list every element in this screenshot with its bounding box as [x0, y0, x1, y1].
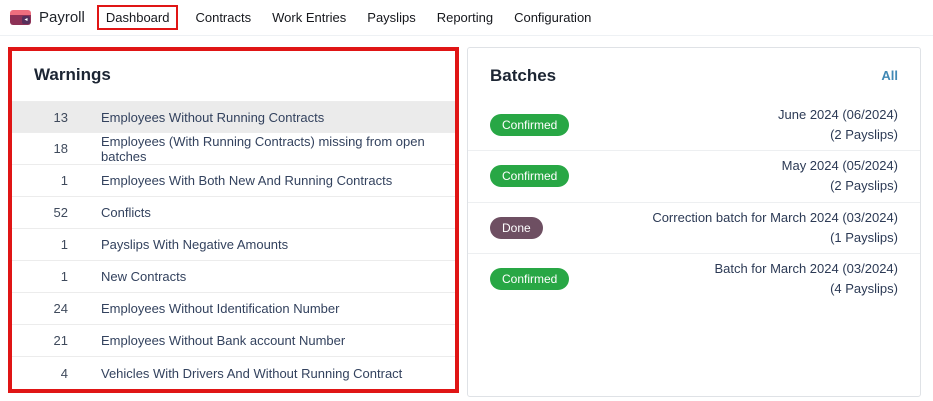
warnings-panel: Warnings 13 Employees Without Running Co… — [8, 47, 459, 393]
top-navbar: ◂ Payroll Dashboard Contracts Work Entri… — [0, 0, 933, 36]
warning-row[interactable]: 21 Employees Without Bank account Number — [12, 325, 455, 357]
warning-label: Employees Without Bank account Number — [101, 333, 345, 348]
batch-info: Correction batch for March 2024 (03/2024… — [652, 208, 898, 248]
batch-payslip-count: (1 Payslips) — [830, 230, 898, 245]
app-name: Payroll — [39, 9, 85, 26]
warning-label: Employees Without Running Contracts — [101, 110, 324, 125]
warning-label: New Contracts — [101, 269, 186, 284]
warnings-list: 13 Employees Without Running Contracts 1… — [12, 101, 455, 389]
warning-row[interactable]: 4 Vehicles With Drivers And Without Runn… — [12, 357, 455, 389]
nav-item-reporting[interactable]: Reporting — [428, 5, 502, 30]
batch-name: Correction batch for March 2024 (03/2024… — [652, 210, 898, 225]
batch-payslip-count: (2 Payslips) — [830, 178, 898, 193]
batch-name: Batch for March 2024 (03/2024) — [714, 261, 898, 276]
warning-row[interactable]: 24 Employees Without Identification Numb… — [12, 293, 455, 325]
batch-name: May 2024 (05/2024) — [782, 158, 898, 173]
status-badge: Confirmed — [490, 268, 569, 290]
app-icon-arrow-badge: ◂ — [22, 16, 30, 24]
warning-label: Employees (With Running Contracts) missi… — [101, 134, 455, 164]
batch-info: June 2024 (06/2024) (2 Payslips) — [778, 105, 898, 145]
nav-item-payslips[interactable]: Payslips — [358, 5, 424, 30]
warning-row[interactable]: 1 Employees With Both New And Running Co… — [12, 165, 455, 197]
batch-row[interactable]: Done Correction batch for March 2024 (03… — [468, 202, 920, 253]
warning-row[interactable]: 1 Payslips With Negative Amounts — [12, 229, 455, 261]
dashboard-content: Warnings 13 Employees Without Running Co… — [0, 36, 933, 397]
status-badge: Confirmed — [490, 165, 569, 187]
batches-all-link[interactable]: All — [881, 68, 898, 83]
nav-item-configuration[interactable]: Configuration — [505, 5, 600, 30]
warning-row[interactable]: 1 New Contracts — [12, 261, 455, 293]
batches-list: Confirmed June 2024 (06/2024) (2 Payslip… — [468, 100, 920, 304]
batch-row[interactable]: Confirmed Batch for March 2024 (03/2024)… — [468, 253, 920, 304]
status-badge: Confirmed — [490, 114, 569, 136]
batches-header: Batches All — [468, 48, 920, 100]
batch-info: May 2024 (05/2024) (2 Payslips) — [782, 156, 898, 196]
warning-row[interactable]: 13 Employees Without Running Contracts — [12, 101, 455, 133]
warning-count: 18 — [12, 141, 68, 156]
warning-label: Employees With Both New And Running Cont… — [101, 173, 392, 188]
batch-payslip-count: (2 Payslips) — [830, 127, 898, 142]
batch-row[interactable]: Confirmed June 2024 (06/2024) (2 Payslip… — [468, 100, 920, 150]
batch-name: June 2024 (06/2024) — [778, 107, 898, 122]
warning-label: Vehicles With Drivers And Without Runnin… — [101, 366, 402, 381]
status-badge: Done — [490, 217, 543, 239]
warnings-title: Warnings — [12, 51, 455, 101]
nav-item-contracts[interactable]: Contracts — [186, 5, 260, 30]
batch-row[interactable]: Confirmed May 2024 (05/2024) (2 Payslips… — [468, 150, 920, 201]
warning-count: 13 — [12, 110, 68, 125]
batch-payslip-count: (4 Payslips) — [830, 281, 898, 296]
warning-count: 21 — [12, 333, 68, 348]
warning-count: 4 — [12, 366, 68, 381]
nav-item-work-entries[interactable]: Work Entries — [263, 5, 355, 30]
batch-info: Batch for March 2024 (03/2024) (4 Paysli… — [714, 259, 898, 299]
warning-count: 52 — [12, 205, 68, 220]
batches-title: Batches — [490, 66, 556, 86]
warning-row[interactable]: 52 Conflicts — [12, 197, 455, 229]
warning-count: 1 — [12, 269, 68, 284]
nav-item-dashboard[interactable]: Dashboard — [97, 5, 179, 30]
warning-row[interactable]: 18 Employees (With Running Contracts) mi… — [12, 133, 455, 165]
warning-label: Conflicts — [101, 205, 151, 220]
warning-count: 24 — [12, 301, 68, 316]
warning-count: 1 — [12, 237, 68, 252]
warning-count: 1 — [12, 173, 68, 188]
batches-panel: Batches All Confirmed June 2024 (06/2024… — [467, 47, 921, 397]
warning-label: Employees Without Identification Number — [101, 301, 339, 316]
warning-label: Payslips With Negative Amounts — [101, 237, 288, 252]
payroll-app-icon[interactable]: ◂ — [10, 10, 31, 25]
